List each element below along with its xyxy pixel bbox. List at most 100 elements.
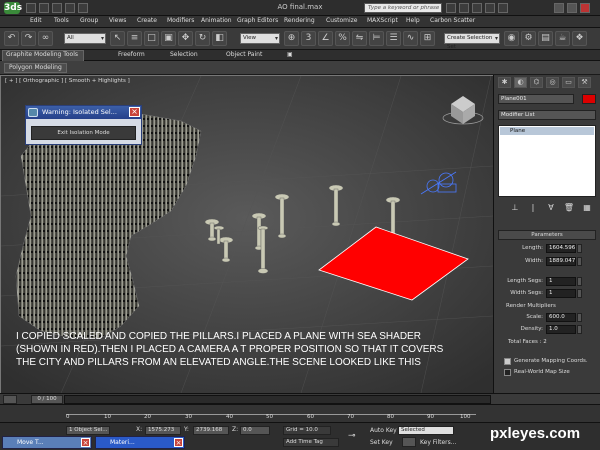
- select-by-name-icon[interactable]: ≡: [127, 31, 142, 46]
- subscription-icon[interactable]: [459, 3, 469, 13]
- communication-icon[interactable]: [472, 3, 482, 13]
- key-mode-icon[interactable]: [402, 437, 416, 447]
- menu-customize[interactable]: Customize: [326, 17, 358, 24]
- link-icon[interactable]: ∞: [38, 31, 53, 46]
- configure-sets-icon[interactable]: ▦: [580, 203, 594, 214]
- dialog-title-bar[interactable]: Warning: Isolated Sel... ×: [26, 106, 141, 119]
- generate-mapping-checkbox[interactable]: [504, 358, 511, 365]
- close-icon[interactable]: ×: [174, 438, 183, 447]
- width-segs-spinner[interactable]: [577, 289, 582, 298]
- reference-coord-dropdown[interactable]: View: [240, 33, 280, 44]
- modifier-list-dropdown[interactable]: Modifier List: [498, 110, 596, 120]
- show-end-result-icon[interactable]: |: [526, 203, 540, 214]
- schematic-view-icon[interactable]: ⊞: [420, 31, 435, 46]
- viewport-label[interactable]: [ + ] [ Orthographic ] [ Smooth + Highli…: [5, 78, 130, 84]
- create-tab-icon[interactable]: ✱: [498, 77, 511, 88]
- close-icon[interactable]: [580, 3, 590, 13]
- align-icon[interactable]: ⊨: [369, 31, 384, 46]
- angle-snap-icon[interactable]: ∠: [318, 31, 333, 46]
- time-track[interactable]: [64, 395, 491, 404]
- named-selection-dropdown[interactable]: Create Selection Set: [444, 33, 500, 50]
- percent-snap-icon[interactable]: %: [335, 31, 350, 46]
- set-key-button[interactable]: Set Key: [370, 439, 393, 446]
- undo-icon[interactable]: ↶: [4, 31, 19, 46]
- minimize-icon[interactable]: [554, 3, 564, 13]
- menu-graph-editors[interactable]: Graph Editors: [237, 17, 278, 24]
- hierarchy-tab-icon[interactable]: ⌬: [530, 77, 543, 88]
- menu-edit[interactable]: Edit: [30, 17, 42, 24]
- object-color-swatch[interactable]: [582, 94, 596, 104]
- menu-help[interactable]: Help: [406, 17, 420, 24]
- ribbon-options-icon[interactable]: ▣: [287, 51, 293, 58]
- utilities-tab-icon[interactable]: ⚒: [578, 77, 591, 88]
- z-coordinate-field[interactable]: 0.0: [240, 426, 270, 435]
- menu-modifiers[interactable]: Modifiers: [167, 17, 194, 24]
- move-icon[interactable]: ✥: [178, 31, 193, 46]
- menu-carbon-scatter[interactable]: Carbon Scatter: [430, 17, 475, 24]
- render-iterative-icon[interactable]: ❖: [572, 31, 587, 46]
- search-input[interactable]: Type a keyword or phrase: [364, 3, 442, 13]
- width-field[interactable]: 1889.047: [546, 257, 576, 266]
- exit-isolation-button[interactable]: Exit Isolation Mode: [31, 126, 136, 140]
- pin-stack-icon[interactable]: ⊥: [508, 203, 522, 214]
- help-icon[interactable]: [498, 3, 508, 13]
- auto-key-dropdown[interactable]: Selected: [398, 426, 454, 435]
- taskbar-move-transform[interactable]: Move T... ×: [2, 436, 92, 449]
- favorites-icon[interactable]: [485, 3, 495, 13]
- rendered-frame-icon[interactable]: ▤: [538, 31, 553, 46]
- density-spinner[interactable]: [577, 325, 582, 334]
- select-object-icon[interactable]: ↖: [110, 31, 125, 46]
- real-world-map-checkbox[interactable]: [504, 369, 511, 376]
- close-icon[interactable]: ×: [129, 107, 140, 117]
- width-segs-field[interactable]: 1: [546, 289, 576, 298]
- object-name-field[interactable]: Plane001: [498, 94, 574, 104]
- redo-icon[interactable]: ↷: [21, 31, 36, 46]
- pivot-center-icon[interactable]: ⊕: [284, 31, 299, 46]
- scale-field[interactable]: 600.0: [546, 313, 576, 322]
- tab-graphite-modeling-tools[interactable]: Graphite Modeling Tools: [6, 51, 78, 58]
- remove-modifier-icon[interactable]: 🗑: [562, 203, 576, 214]
- length-segs-spinner[interactable]: [577, 277, 582, 286]
- selection-filter-dropdown[interactable]: All: [64, 33, 106, 44]
- snap-icon[interactable]: 3: [301, 31, 316, 46]
- scale-spinner[interactable]: [577, 313, 582, 322]
- curve-editor-icon[interactable]: ∿: [403, 31, 418, 46]
- length-segs-field[interactable]: 1: [546, 277, 576, 286]
- x-coordinate-field[interactable]: 1575.273: [145, 426, 181, 435]
- material-editor-icon[interactable]: ◉: [504, 31, 519, 46]
- motion-tab-icon[interactable]: ◎: [546, 77, 559, 88]
- modify-tab-icon[interactable]: ◐: [514, 77, 527, 88]
- mirror-icon[interactable]: ⇋: [352, 31, 367, 46]
- add-time-tag-button[interactable]: Add Time Tag: [283, 438, 339, 447]
- menu-animation[interactable]: Animation: [201, 17, 232, 24]
- key-filters-button[interactable]: Key Filters...: [420, 439, 457, 446]
- menu-views[interactable]: Views: [109, 17, 126, 24]
- layer-manager-icon[interactable]: ☰: [386, 31, 401, 46]
- menu-maxscript[interactable]: MAXScript: [367, 17, 398, 24]
- polygon-modeling-panel[interactable]: Polygon Modeling: [4, 63, 67, 73]
- display-tab-icon[interactable]: ▭: [562, 77, 575, 88]
- stack-item-plane[interactable]: Plane: [500, 127, 594, 135]
- window-crossing-icon[interactable]: ▣: [161, 31, 176, 46]
- make-unique-icon[interactable]: ∀: [544, 203, 558, 214]
- width-spinner[interactable]: [577, 257, 582, 266]
- menu-group[interactable]: Group: [80, 17, 98, 24]
- scale-icon[interactable]: ◧: [212, 31, 227, 46]
- mini-curve-editor-icon[interactable]: [3, 395, 17, 404]
- search-icon[interactable]: [446, 3, 456, 13]
- y-coordinate-field[interactable]: 2739.168: [193, 426, 229, 435]
- render-icon[interactable]: ☕: [555, 31, 570, 46]
- close-icon[interactable]: ×: [81, 438, 90, 447]
- render-setup-icon[interactable]: ⚙: [521, 31, 536, 46]
- key-icon[interactable]: ⊸: [348, 431, 356, 441]
- rotate-icon[interactable]: ↻: [195, 31, 210, 46]
- auto-key-button[interactable]: Auto Key: [370, 427, 397, 434]
- menu-create[interactable]: Create: [137, 17, 157, 24]
- track-bar[interactable]: 0 10 20 30 40 50 60 70 80 90 100: [0, 404, 600, 422]
- rect-selection-icon[interactable]: □: [144, 31, 159, 46]
- maximize-icon[interactable]: [567, 3, 577, 13]
- length-field[interactable]: 1604.596: [546, 244, 576, 253]
- length-spinner[interactable]: [577, 244, 582, 253]
- time-slider[interactable]: 0 / 100: [31, 395, 63, 404]
- tab-selection[interactable]: Selection: [170, 51, 198, 58]
